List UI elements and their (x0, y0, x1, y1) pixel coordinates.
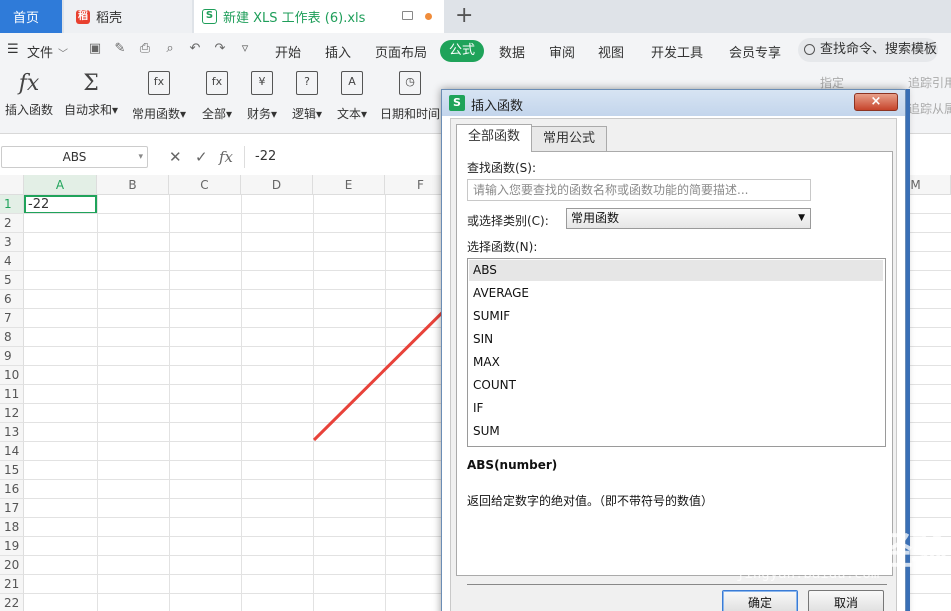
category-label: 或选择类别(C): (467, 214, 549, 228)
dialog-title: 插入函数 (471, 99, 524, 114)
function-item-sumif[interactable]: SUMIF (469, 306, 883, 327)
function-signature: ABS(number) (467, 458, 558, 472)
ok-button[interactable]: 确定 (722, 590, 798, 611)
category-select-value: 常用函数 (571, 211, 620, 225)
separator (467, 584, 887, 585)
function-item-max[interactable]: MAX (469, 352, 883, 373)
tab-all-functions[interactable]: 全部函数 (456, 124, 533, 152)
tab-common-formulas[interactable]: 常用公式 (531, 126, 608, 152)
dialog-panel: 查找函数(S): 请输入您要查找的函数名称或函数功能的简要描述... 或选择类别… (456, 151, 893, 585)
function-item-if[interactable]: IF (469, 398, 883, 419)
function-item-abs[interactable]: ABS (469, 260, 883, 281)
function-item-count[interactable]: COUNT (469, 375, 883, 396)
wps-s-icon: S (449, 95, 465, 111)
dropdown-arrow-icon: ▼ (798, 213, 805, 223)
function-list[interactable]: ABS AVERAGE SUMIF SIN MAX COUNT IF SUM (467, 258, 886, 447)
search-function-label: 查找函数(S): (467, 161, 537, 175)
cancel-button[interactable]: 取消 (808, 590, 884, 611)
select-function-label: 选择函数(N): (467, 240, 538, 254)
dialog-title-bar[interactable]: S 插入函数 × (442, 90, 905, 116)
function-item-sin[interactable]: SIN (469, 329, 883, 350)
category-select[interactable]: 常用函数 ▼ (566, 208, 811, 229)
close-button[interactable]: × (854, 93, 898, 111)
watermark-url: jingyan.baidu.com (736, 566, 880, 582)
function-description: 返回给定数字的绝对值。（即不带符号的数值） (467, 494, 714, 508)
function-item-average[interactable]: AVERAGE (469, 283, 883, 304)
function-item-sum[interactable]: SUM (469, 421, 883, 442)
search-function-input[interactable]: 请输入您要查找的函数名称或函数功能的简要描述... (467, 179, 811, 201)
